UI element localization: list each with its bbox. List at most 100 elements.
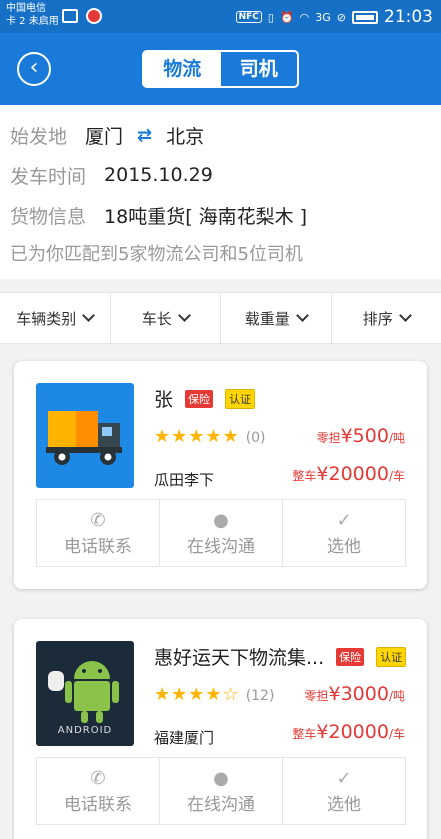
price-unit: /吨 [388, 431, 405, 445]
carrier-info: 中国电信 卡 2 未启用 [6, 2, 59, 28]
price-unit: /吨 [388, 689, 405, 703]
price-unit: /车 [388, 469, 405, 483]
chat-bubble-icon: ● [213, 509, 229, 531]
rating: ★★★★☆ (12) [154, 684, 274, 705]
filter-label: 车长 [141, 309, 172, 328]
chevron-down-icon [82, 309, 96, 322]
sim-status: 卡 2 未启用 [6, 16, 59, 27]
swap-icon[interactable]: ⇄ [137, 125, 152, 146]
price-label: 零担 [316, 431, 341, 445]
price-value: ¥3000 [328, 683, 389, 705]
depart-row: 发车时间 2015.10.29 [10, 155, 431, 195]
vibrate-icon: ▯ [267, 10, 274, 24]
tab-driver[interactable]: 司机 [221, 52, 298, 86]
price-partial: 零担¥3000/吨 [304, 683, 405, 705]
app-notification-icon [86, 8, 102, 24]
carrier-name-text: 惠好运天下物流集... [154, 647, 325, 669]
back-button[interactable]: ‹ [17, 52, 51, 86]
status-bar: 中国电信 卡 2 未启用 NFC ▯ ⏰ ◠ 3G ⊘ 21:03 [0, 0, 441, 33]
filter-label: 载重量 [244, 309, 290, 328]
filter-sort[interactable]: 排序 [332, 293, 441, 343]
call-button[interactable]: ✆ 电话联系 [37, 500, 160, 566]
filter-vehicle-length[interactable]: 车长 [111, 293, 221, 343]
select-button[interactable]: ✓ 选他 [283, 500, 405, 566]
chevron-down-icon [295, 309, 309, 322]
action-label: 电话联系 [64, 536, 132, 557]
price-partial: 零担¥500/吨 [317, 425, 405, 447]
image-notification-icon [62, 9, 78, 23]
destination-city: 北京 [166, 125, 205, 148]
alarm-icon: ⏰ [279, 10, 294, 24]
notification-icons [62, 8, 102, 24]
cargo-label: 货物信息 [10, 205, 87, 228]
price-full: 整车¥20000/车 [292, 463, 405, 485]
filter-bar: 车辆类别 车长 载重量 排序 [0, 292, 441, 344]
android-wordmark: ANDROID [57, 725, 113, 736]
match-summary: 已为你匹配到5家物流公司和5位司机 [10, 244, 303, 265]
route-info: 始发地 厦门 ⇄ 北京 发车时间 2015.10.29 货物信息 18吨重货[ … [0, 105, 441, 279]
price-label: 整车 [292, 727, 317, 741]
carrier-name: 张 保险 认证 [154, 385, 256, 412]
card-actions: ✆ 电话联系 ● 在线沟通 ✓ 选他 [36, 499, 406, 567]
action-label: 选他 [327, 794, 361, 815]
review-count: (0) [245, 430, 266, 446]
certified-badge: 认证 [225, 389, 256, 409]
review-count: (12) [245, 688, 275, 704]
phone-icon: ✆ [90, 767, 106, 789]
android-icon: ANDROID [36, 641, 134, 746]
chevron-down-icon [177, 309, 191, 322]
price-label: 整车 [292, 469, 317, 483]
action-label: 选他 [327, 536, 361, 557]
wifi-icon: ◠ [299, 10, 310, 24]
star-rating-icon: ★★★★★ [154, 426, 240, 447]
carrier-name-text: 张 [154, 389, 174, 411]
carrier-name: 中国电信 [6, 3, 46, 14]
phone-icon: ✆ [90, 509, 106, 531]
chat-button[interactable]: ● 在线沟通 [160, 500, 283, 566]
price-value: ¥500 [340, 425, 389, 447]
carrier-card[interactable]: 张 保险 认证 ★★★★★ (0) 零担¥500/吨 整车¥20000/车 瓜田李… [14, 361, 427, 589]
depart-label: 发车时间 [10, 165, 87, 188]
carrier-name: 惠好运天下物流集... 保险 认证 [154, 643, 407, 670]
chat-bubble-icon: ● [213, 767, 229, 789]
select-button[interactable]: ✓ 选他 [283, 758, 405, 824]
network-3g-icon: 3G [315, 10, 331, 24]
chat-button[interactable]: ● 在线沟通 [160, 758, 283, 824]
price-full: 整车¥20000/车 [292, 721, 405, 743]
truck-icon [36, 383, 134, 488]
filter-load-weight[interactable]: 载重量 [221, 293, 332, 343]
no-sim-icon: ⊘ [336, 10, 346, 24]
depart-date: 2015.10.29 [104, 164, 213, 186]
mode-switcher: 物流 司机 [142, 50, 299, 88]
insurance-badge: 保险 [185, 390, 214, 408]
price-unit: /车 [388, 727, 405, 741]
clock: 21:03 [384, 7, 433, 27]
check-icon: ✓ [336, 509, 352, 531]
call-button[interactable]: ✆ 电话联系 [37, 758, 160, 824]
chevron-left-icon: ‹ [29, 55, 39, 80]
carrier-location: 福建厦门 [154, 729, 215, 747]
action-label: 在线沟通 [187, 794, 255, 815]
action-label: 在线沟通 [187, 536, 255, 557]
card-actions: ✆ 电话联系 ● 在线沟通 ✓ 选他 [36, 757, 406, 825]
route-row: 始发地 厦门 ⇄ 北京 [10, 115, 431, 155]
price-value: ¥20000 [316, 463, 389, 485]
filter-vehicle-type[interactable]: 车辆类别 [0, 293, 111, 343]
certified-badge: 认证 [376, 647, 407, 667]
star-rating-icon: ★★★★☆ [154, 684, 240, 705]
cargo-row: 货物信息 18吨重货[ 海南花梨木 ] [10, 195, 431, 235]
insurance-badge: 保险 [336, 648, 365, 666]
carrier-location: 瓜田李下 [154, 471, 215, 489]
carrier-card[interactable]: ANDROID 惠好运天下物流集... 保险 认证 ★★★★☆ (12) 零担¥3… [14, 619, 427, 839]
origin-city: 厦门 [85, 125, 124, 148]
system-icons: NFC ▯ ⏰ ◠ 3G ⊘ 21:03 [235, 7, 433, 27]
rating: ★★★★★ (0) [154, 426, 266, 447]
action-label: 电话联系 [64, 794, 132, 815]
tab-logistics[interactable]: 物流 [144, 52, 221, 86]
price-value: ¥20000 [316, 721, 389, 743]
filter-label: 排序 [362, 309, 393, 328]
nfc-icon: NFC [235, 11, 262, 23]
battery-icon [352, 10, 378, 24]
chevron-down-icon [398, 309, 412, 322]
app-header: ‹ 物流 司机 [0, 33, 441, 105]
